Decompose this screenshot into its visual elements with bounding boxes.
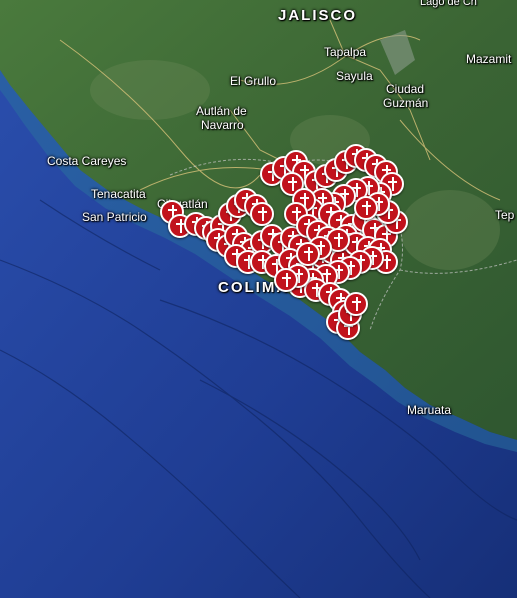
place-label-maruata: Maruata	[407, 403, 452, 417]
map-marker[interactable]	[344, 292, 368, 316]
place-label-sayula: Sayula	[336, 69, 373, 83]
place-label-el-grullo: El Grullo	[230, 74, 277, 88]
state-label-jalisco: JALISCO	[278, 7, 358, 24]
place-label-autlan-line2: Navarro	[201, 118, 244, 132]
map-marker[interactable]	[250, 202, 274, 226]
map-marker[interactable]	[274, 268, 298, 292]
map-marker[interactable]	[354, 196, 378, 220]
map-terrain	[0, 0, 517, 598]
place-label-ciudad-guzman-line2: Guzmán	[383, 96, 429, 110]
place-label-san-patricio: San Patricio	[82, 210, 147, 224]
map-view[interactable]: JALISCO Lago de Ch Tapalpa Mazamit Sayul…	[0, 0, 517, 598]
place-label-autlan-line1: Autlán de	[196, 104, 247, 118]
place-label-tapalpa: Tapalpa	[324, 45, 367, 59]
place-label-costa-careyes: Costa Careyes	[47, 154, 127, 168]
place-label-tenacatita: Tenacatita	[91, 187, 146, 201]
place-label-lago-chapala: Lago de Ch	[420, 0, 477, 8]
place-label-ciudad-guzman-line1: Ciudad	[386, 82, 425, 96]
place-label-mazamitla: Mazamit	[466, 52, 512, 66]
place-label-tep: Tep	[495, 208, 515, 222]
map-marker[interactable]	[296, 242, 320, 266]
